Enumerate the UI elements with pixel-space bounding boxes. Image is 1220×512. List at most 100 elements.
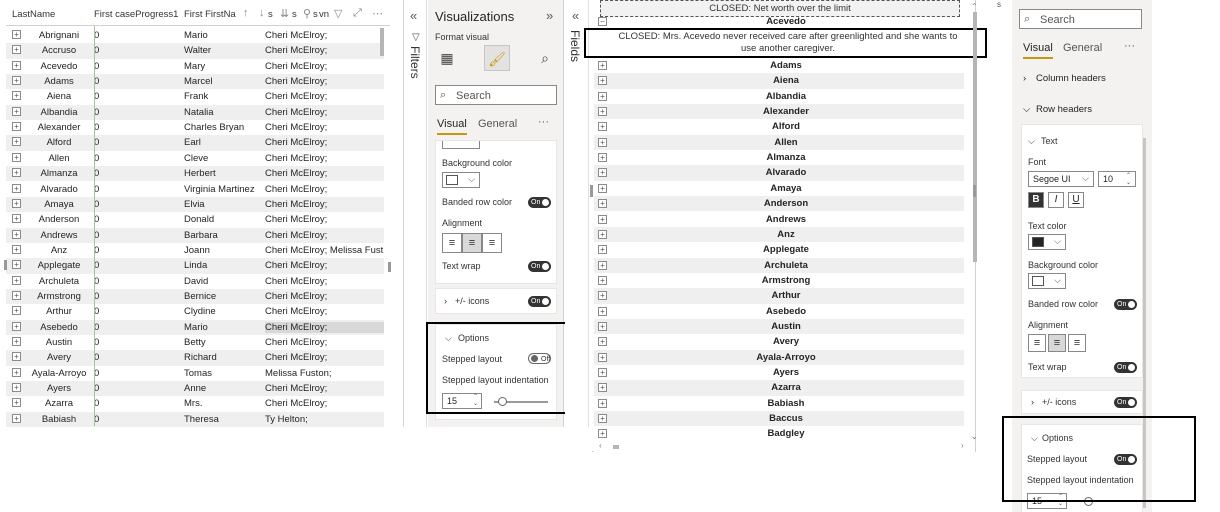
- cell-caseprogress[interactable]: 0: [94, 306, 174, 317]
- build-visual-icon[interactable]: ▦: [434, 45, 460, 71]
- expand-icon[interactable]: +: [598, 306, 607, 316]
- chevron-down-icon[interactable]: ⌵: [1023, 104, 1030, 115]
- cell-firstname[interactable]: Tomas: [184, 368, 264, 379]
- cell-caseprogress[interactable]: 0: [94, 398, 174, 409]
- cell-lastname[interactable]: Archuleta: [28, 276, 90, 287]
- cell-caseprogress[interactable]: 0: [94, 153, 174, 164]
- cell-lastname[interactable]: Alford: [28, 137, 90, 148]
- text-wrap-toggle[interactable]: On: [1114, 362, 1137, 373]
- expand-icon[interactable]: +: [598, 368, 607, 377]
- expand-icon[interactable]: +: [12, 367, 21, 377]
- cell-lastname[interactable]: Acevedo: [28, 61, 90, 72]
- cell-caregiver[interactable]: Cheri McElroy;: [265, 230, 384, 241]
- cell-lastname[interactable]: Austin: [28, 337, 90, 348]
- table-row[interactable]: + Anderson 0 Donald Cheri McElroy;: [6, 212, 384, 227]
- cell-caregiver[interactable]: Cheri McElroy;: [265, 276, 384, 287]
- cell-firstname[interactable]: Bernice: [184, 291, 264, 302]
- expand-icon[interactable]: +: [12, 106, 21, 116]
- arrow-down-icon[interactable]: ↓: [259, 7, 265, 19]
- cell-caseprogress[interactable]: 0: [94, 383, 174, 394]
- table-row[interactable]: + Allen 0 Cleve Cheri McElroy;: [6, 151, 384, 166]
- table-row[interactable]: + Austin 0 Betty Cheri McElroy;: [6, 335, 384, 350]
- expand-icon[interactable]: +: [12, 45, 21, 55]
- column-header-lastname[interactable]: LastName: [12, 9, 92, 20]
- cell-firstname[interactable]: Herbert: [184, 168, 264, 179]
- font-family-dropdown[interactable]: Segoe UI ⌵: [1028, 171, 1094, 187]
- cell-caseprogress[interactable]: 0: [94, 291, 174, 302]
- expand-icon[interactable]: +: [598, 91, 607, 101]
- cell-caregiver[interactable]: Cheri McElroy;: [265, 45, 384, 56]
- expand-icon[interactable]: +: [598, 107, 607, 117]
- plus-minus-icons-card[interactable]: › +/- icons On: [1021, 390, 1143, 414]
- expand-icon[interactable]: +: [598, 414, 607, 424]
- banded-row-toggle[interactable]: On: [528, 197, 551, 208]
- bold-button[interactable]: B: [1028, 192, 1044, 208]
- cell-firstname[interactable]: Joann: [184, 245, 264, 256]
- table-visual[interactable]: LastName First caseProgress1 First First…: [6, 0, 390, 427]
- cell-caregiver[interactable]: Cheri McElroy;: [265, 199, 384, 210]
- expand-icon[interactable]: +: [598, 352, 607, 362]
- expand-icon[interactable]: +: [598, 183, 607, 193]
- cell-firstname[interactable]: Barbara: [184, 230, 264, 241]
- expand-icon[interactable]: +: [12, 352, 21, 362]
- cell-lastname[interactable]: Adams: [28, 76, 90, 87]
- table-row[interactable]: + Arthur 0 Clydine Cheri McElroy;: [6, 304, 384, 319]
- cell-caseprogress[interactable]: 0: [94, 245, 174, 256]
- fields-pane-collapsed[interactable]: « Fields: [565, 0, 589, 427]
- matrix-row[interactable]: + Anz: [594, 226, 964, 243]
- cell-lastname[interactable]: Babiash: [28, 414, 90, 425]
- expand-icon[interactable]: +: [598, 321, 607, 331]
- expand-icon[interactable]: +: [598, 168, 607, 178]
- expand-icon[interactable]: +: [12, 321, 21, 331]
- cell-firstname[interactable]: Elvia: [184, 199, 264, 210]
- cell-lastname[interactable]: Almanza: [28, 168, 90, 179]
- matrix-row[interactable]: + Amaya: [594, 181, 964, 196]
- cell-caregiver[interactable]: Cheri McElroy;: [265, 91, 384, 102]
- matrix-row[interactable]: + Adams: [594, 58, 964, 73]
- underline-button[interactable]: U: [1068, 192, 1084, 208]
- matrix-row[interactable]: + Aiena: [594, 73, 964, 89]
- cell-caseprogress[interactable]: 0: [94, 230, 174, 241]
- table-scrollbar[interactable]: [380, 28, 384, 56]
- matrix-row[interactable]: + Asebedo: [594, 304, 964, 319]
- plus-minus-icons-toggle[interactable]: On: [1114, 397, 1137, 408]
- cell-caseprogress[interactable]: 0: [94, 168, 174, 179]
- cell-caseprogress[interactable]: 0: [94, 337, 174, 348]
- table-row[interactable]: + Applegate 0 Linda Cheri McElroy;: [6, 258, 384, 274]
- cell-firstname[interactable]: Theresa: [184, 414, 264, 425]
- cell-caregiver[interactable]: Cheri McElroy;: [265, 76, 384, 87]
- cell-caregiver[interactable]: Cheri McElroy;: [265, 30, 384, 41]
- table-row[interactable]: + Alvarado 0 Virginia Martinez Cheri McElroy…: [6, 182, 384, 197]
- cell-lastname[interactable]: Ayers: [28, 383, 90, 394]
- scroll-up-icon[interactable]: ⌃: [971, 2, 978, 11]
- cell-caseprogress[interactable]: 0: [94, 368, 174, 379]
- expand-icon[interactable]: +: [12, 290, 21, 300]
- chevron-double-right-icon[interactable]: »: [546, 8, 553, 23]
- table-row[interactable]: + Alford 0 Earl Cheri McElroy;: [6, 135, 384, 151]
- matrix-visual[interactable]: CLOSED: Net worth over the limit − Aceve…: [594, 0, 975, 452]
- chevron-double-left-icon[interactable]: «: [410, 8, 417, 23]
- cell-caregiver[interactable]: Cheri McElroy;: [265, 184, 384, 195]
- cell-firstname[interactable]: Mary: [184, 61, 264, 72]
- cell-caregiver[interactable]: Cheri McElroy;: [265, 61, 384, 72]
- expand-icon[interactable]: +: [12, 214, 21, 224]
- table-row[interactable]: + Azarra 0 Mrs. Cheri McElroy;: [6, 396, 384, 411]
- matrix-row[interactable]: + Archuleta: [594, 257, 964, 273]
- resize-handle-left[interactable]: [590, 185, 593, 197]
- font-size-input[interactable]: 10 ⌃ ⌄: [1098, 171, 1136, 187]
- cell-caseprogress[interactable]: 0: [94, 30, 174, 41]
- chevron-double-left-icon[interactable]: «: [572, 8, 579, 23]
- cell-lastname[interactable]: Anz: [28, 245, 90, 256]
- tab-visual[interactable]: Visual: [437, 118, 467, 130]
- cell-lastname[interactable]: Armstrong: [28, 291, 90, 302]
- cell-caseprogress[interactable]: 0: [94, 199, 174, 210]
- format-brush-icon[interactable]: 🖌: [484, 45, 510, 71]
- chevron-right-icon[interactable]: ›: [1031, 397, 1034, 407]
- expand-icon[interactable]: +: [598, 61, 607, 70]
- collapse-icon[interactable]: −: [598, 17, 607, 26]
- cell-caregiver[interactable]: Cheri McElroy;: [265, 383, 384, 394]
- text-wrap-toggle[interactable]: On: [528, 261, 551, 272]
- cell-caseprogress[interactable]: 0: [94, 45, 174, 56]
- banded-row-toggle[interactable]: On: [1114, 299, 1137, 310]
- cell-firstname[interactable]: Mario: [184, 30, 264, 41]
